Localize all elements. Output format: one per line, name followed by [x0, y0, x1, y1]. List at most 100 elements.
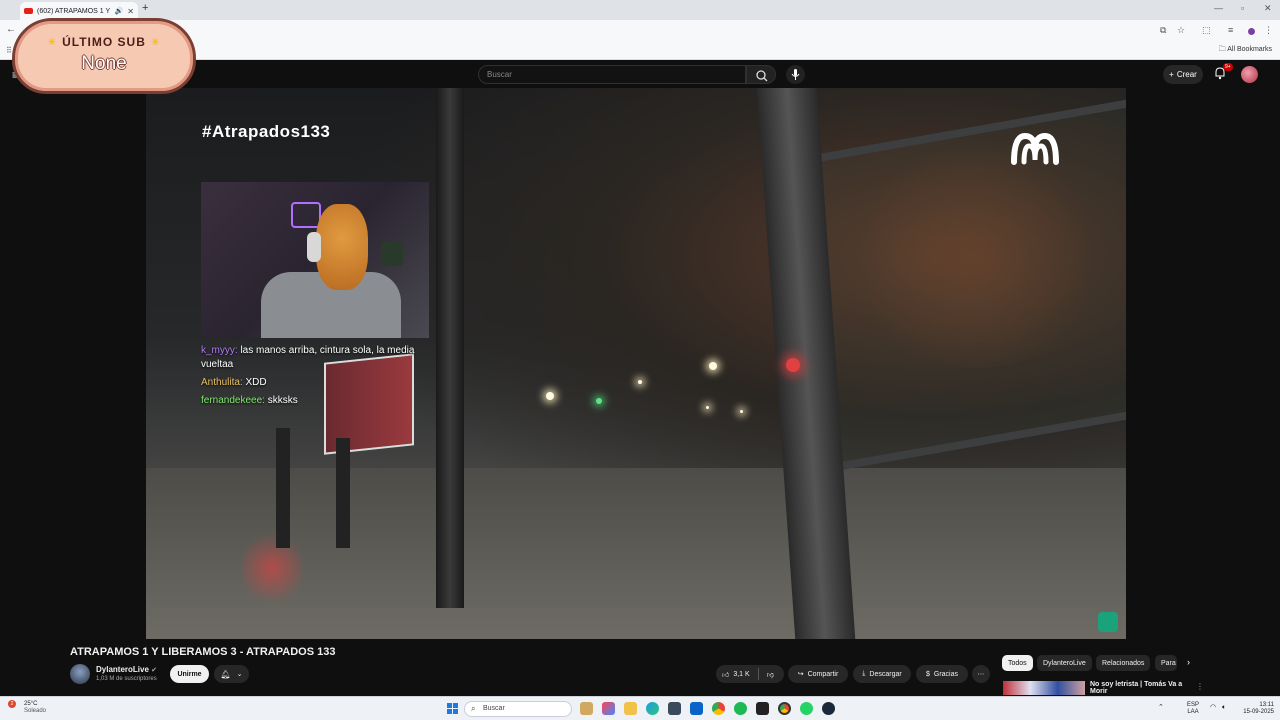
video-title: ATRAPAMOS 1 Y LIBERAMOS 3 - ATRAPADOS 13… — [70, 646, 336, 658]
close-tab-icon[interactable]: ✕ — [127, 7, 134, 16]
back-arrow-icon[interactable]: ← — [6, 24, 16, 35]
more-actions-button[interactable]: ⋯ — [972, 665, 990, 683]
chevron-down-icon: ⌄ — [236, 671, 243, 678]
tray-expand-icon[interactable]: ⌃ — [1158, 704, 1164, 711]
plus-icon: + — [1169, 70, 1174, 79]
all-bookmarks-label: All Bookmarks — [1227, 46, 1272, 53]
start-windows-icon[interactable] — [447, 703, 458, 714]
copilot-icon[interactable] — [602, 702, 615, 715]
media-icon[interactable]: ≡ — [1228, 25, 1233, 35]
chevron-right-icon[interactable]: › — [1187, 657, 1190, 667]
voice-search-button[interactable] — [786, 65, 805, 84]
chip-related[interactable]: Relacionados — [1096, 655, 1151, 671]
user-avatar[interactable] — [1241, 66, 1258, 83]
search-button[interactable] — [746, 65, 776, 84]
audio-icon[interactable]: 🔊 — [115, 7, 124, 15]
like-button[interactable]: 👍︎ 3,1 K — [722, 670, 750, 679]
browser-tab-strip: (602) ATRAPAMOS 1 Y LIBERAMOS 3 - ATRAPA… — [0, 0, 1280, 20]
chat-message: k_myyy: las manos arriba, cintura sola, … — [201, 344, 421, 372]
share-button[interactable]: ↪ Compartir — [788, 665, 848, 683]
last-sub-title: ÚLTIMO SUB — [62, 35, 146, 49]
chip-para[interactable]: Para — [1155, 655, 1177, 671]
bookmark-star-icon[interactable]: ☆ — [1177, 25, 1185, 36]
video-red-light — [786, 358, 800, 372]
join-button[interactable]: Unirme — [170, 665, 209, 683]
youtube-favicon-icon — [24, 8, 33, 14]
folder-icon[interactable] — [624, 702, 637, 715]
windows-taskbar: 2 25°C Soleado ⌕ Buscar ⌃ ESP LAA ◠ 🔈︎ 1… — [0, 696, 1280, 720]
all-bookmarks-link[interactable]: 🗀 All Bookmarks — [1219, 45, 1272, 56]
headphones-icon — [307, 232, 321, 262]
search-input[interactable]: Buscar — [478, 65, 746, 84]
taskbar-search-label: Buscar — [483, 705, 505, 712]
thumbs-down-icon[interactable]: 👎︎ — [767, 670, 774, 679]
star-icon: ✷ — [150, 35, 162, 49]
chat-text: skksks — [267, 395, 298, 406]
minimize-icon[interactable]: — — [1214, 3, 1223, 13]
stream-chat: k_myyy: las manos arriba, cintura sola, … — [201, 344, 421, 412]
recommended-menu-icon[interactable]: ⋮ — [1196, 682, 1204, 691]
taskbar-search[interactable]: ⌕ Buscar — [464, 701, 572, 717]
profile-avatar[interactable] — [1247, 27, 1256, 36]
subscriber-count: 1,03 M de suscriptores — [96, 676, 157, 682]
download-button[interactable]: ⤓ Descargar — [853, 665, 911, 683]
spotify-icon[interactable] — [734, 702, 747, 715]
last-sub-value: None — [81, 53, 127, 74]
video-street-light — [709, 362, 717, 370]
thanks-label: Gracias — [933, 670, 959, 678]
browser-menu-icon[interactable]: ⋮ — [1264, 25, 1273, 36]
weather-widget[interactable]: 2 25°C Soleado — [8, 700, 46, 715]
channel-name-label: DylanteroLive — [96, 665, 149, 674]
like-divider — [757, 668, 759, 680]
extensions-icon[interactable]: ⬚ — [1202, 25, 1211, 36]
chrome-icon[interactable] — [712, 702, 725, 715]
video-pole — [276, 428, 290, 548]
more-icon: ⋯ — [977, 671, 985, 678]
video-street-light — [638, 380, 642, 384]
store-icon[interactable] — [668, 702, 681, 715]
chat-username: Anthulita: — [201, 377, 243, 388]
chip-channel[interactable]: DylanteroLive — [1037, 655, 1092, 671]
chat-text: XDD — [245, 377, 267, 388]
whatsapp-icon[interactable] — [800, 702, 813, 715]
download-icon: ⤓ — [862, 670, 866, 677]
install-icon[interactable]: ⧉ — [1160, 25, 1166, 36]
file-explorer-icon[interactable] — [580, 702, 593, 715]
thanks-button[interactable]: $ Gracias — [916, 665, 968, 683]
chat-message: Anthulita: XDD — [201, 376, 421, 390]
wifi-icon[interactable]: ◠ — [1210, 704, 1216, 711]
video-player[interactable]: #Atrapados133 k_myyy: las manos arriba, … — [146, 88, 1126, 639]
terminal-icon[interactable] — [756, 702, 769, 715]
search-icon: ⌕ — [471, 704, 476, 713]
steam-icon[interactable] — [822, 702, 835, 715]
channel-name[interactable]: DylanteroLive ✔ — [96, 665, 157, 674]
clock-time: 13:11 — [1259, 702, 1274, 708]
recommended-title[interactable]: No soy letrista | Tomás Va a Morir — [1090, 681, 1190, 695]
maximize-icon[interactable]: ▫ — [1241, 3, 1244, 13]
recommended-thumbnail[interactable] — [1003, 681, 1085, 695]
last-sub-overlay: ✷ ÚLTIMO SUB ✷ None — [12, 18, 196, 94]
video-pole — [336, 438, 350, 548]
language-indicator[interactable]: ESP LAA — [1187, 702, 1199, 716]
close-window-icon[interactable]: ✕ — [1264, 3, 1272, 14]
video-pole — [436, 88, 464, 608]
subscribe-bell-button[interactable]: 🔔︎ ⌄ — [214, 665, 249, 683]
video-red-reflection — [242, 528, 302, 608]
clock[interactable]: 13:11 15-09-2025 — [1238, 702, 1274, 716]
chrome-profile-icon[interactable] — [778, 702, 791, 715]
create-button[interactable]: + Crear — [1163, 65, 1203, 84]
edge-icon[interactable] — [646, 702, 659, 715]
apps-grid-icon[interactable]: ⠿ — [6, 46, 12, 55]
language-top: ESP — [1187, 702, 1200, 708]
notification-badge: 9+ — [1223, 63, 1233, 71]
chat-message: fernandekeee: skksks — [201, 394, 421, 408]
chip-todos[interactable]: Todos — [1002, 655, 1033, 671]
create-label: Crear — [1176, 70, 1197, 79]
last-sub-label: ✷ ÚLTIMO SUB ✷ — [15, 35, 193, 49]
search-icon — [756, 70, 768, 82]
outlook-icon[interactable] — [690, 702, 703, 715]
volume-icon[interactable]: 🔈︎ — [1222, 704, 1226, 711]
new-tab-button[interactable]: + — [142, 2, 148, 14]
star-icon: ✷ — [46, 35, 58, 49]
channel-avatar[interactable] — [70, 664, 90, 684]
